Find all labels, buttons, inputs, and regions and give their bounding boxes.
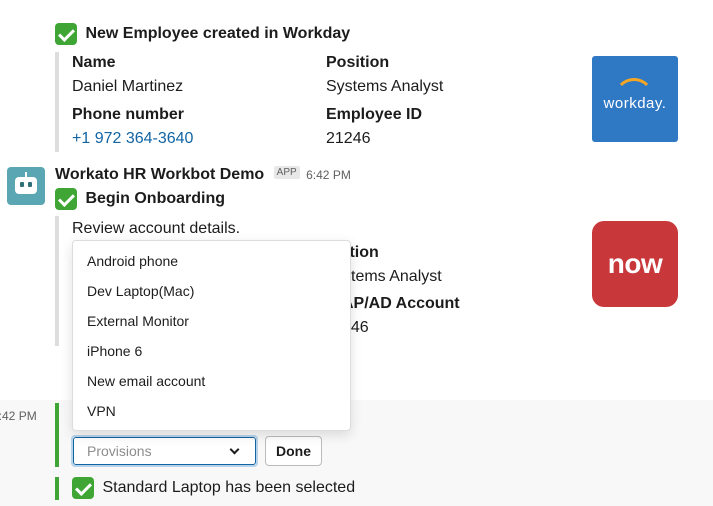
confirmation-bar (55, 477, 59, 500)
message-time[interactable]: 6:42 PM (306, 168, 351, 182)
workday-card-title: New Employee created in Workday (55, 23, 350, 45)
bot-avatar[interactable] (7, 167, 45, 205)
position-value-partial: stems Analyst (343, 268, 442, 285)
servicenow-logo: now (592, 221, 678, 307)
menu-item-external-monitor[interactable]: External Monitor (73, 306, 350, 336)
app-badge: APP (273, 166, 300, 180)
attachment-bar (55, 52, 59, 152)
provisions-menu: Android phone Dev Laptop(Mac) External M… (72, 240, 351, 431)
name-value: Daniel Martinez (72, 78, 184, 95)
phone-label: Phone number (72, 106, 185, 123)
review-text: Review account details. (72, 220, 241, 237)
workday-card-title-text: New Employee created in Workday (85, 25, 351, 42)
menu-item-iphone-6[interactable]: iPhone 6 (73, 336, 350, 366)
onboarding-title-text: Begin Onboarding (85, 190, 225, 207)
name-label: Name (72, 54, 116, 71)
employee-id-label: Employee ID (326, 106, 423, 123)
provisions-select[interactable]: Provisions (71, 435, 258, 467)
account-label-partial: AP/AD Account (342, 295, 460, 312)
workday-logo-text: workday. (603, 94, 667, 112)
menu-item-android-phone[interactable]: Android phone (73, 246, 350, 276)
check-icon (72, 477, 94, 499)
menu-item-dev-laptop[interactable]: Dev Laptop(Mac) (73, 276, 350, 306)
attachment-bar (55, 216, 59, 346)
workday-logo: workday. (592, 56, 678, 142)
menu-item-vpn[interactable]: VPN (73, 396, 350, 426)
employee-id-value: 21246 (326, 130, 371, 147)
sender-name[interactable]: Workato HR Workbot Demo (55, 166, 264, 183)
check-icon (55, 188, 77, 210)
position-label: Position (326, 54, 390, 71)
menu-item-new-email-account[interactable]: New email account (73, 366, 350, 396)
position-value: Systems Analyst (326, 78, 444, 95)
servicenow-logo-text: now (607, 248, 663, 279)
onboarding-title: Begin Onboarding (55, 188, 225, 210)
thread-bar (55, 403, 59, 467)
thread-time[interactable]: 6:42 PM (0, 409, 37, 423)
done-button[interactable]: Done (265, 436, 322, 466)
confirmation-text: Standard Laptop has been selected (102, 479, 356, 496)
phone-link[interactable]: +1 972 364-3640 (72, 130, 193, 148)
confirmation-message: Standard Laptop has been selected (72, 477, 355, 499)
check-icon (55, 23, 77, 45)
message-header: Workato HR Workbot Demo APP 6:42 PM (55, 166, 351, 184)
